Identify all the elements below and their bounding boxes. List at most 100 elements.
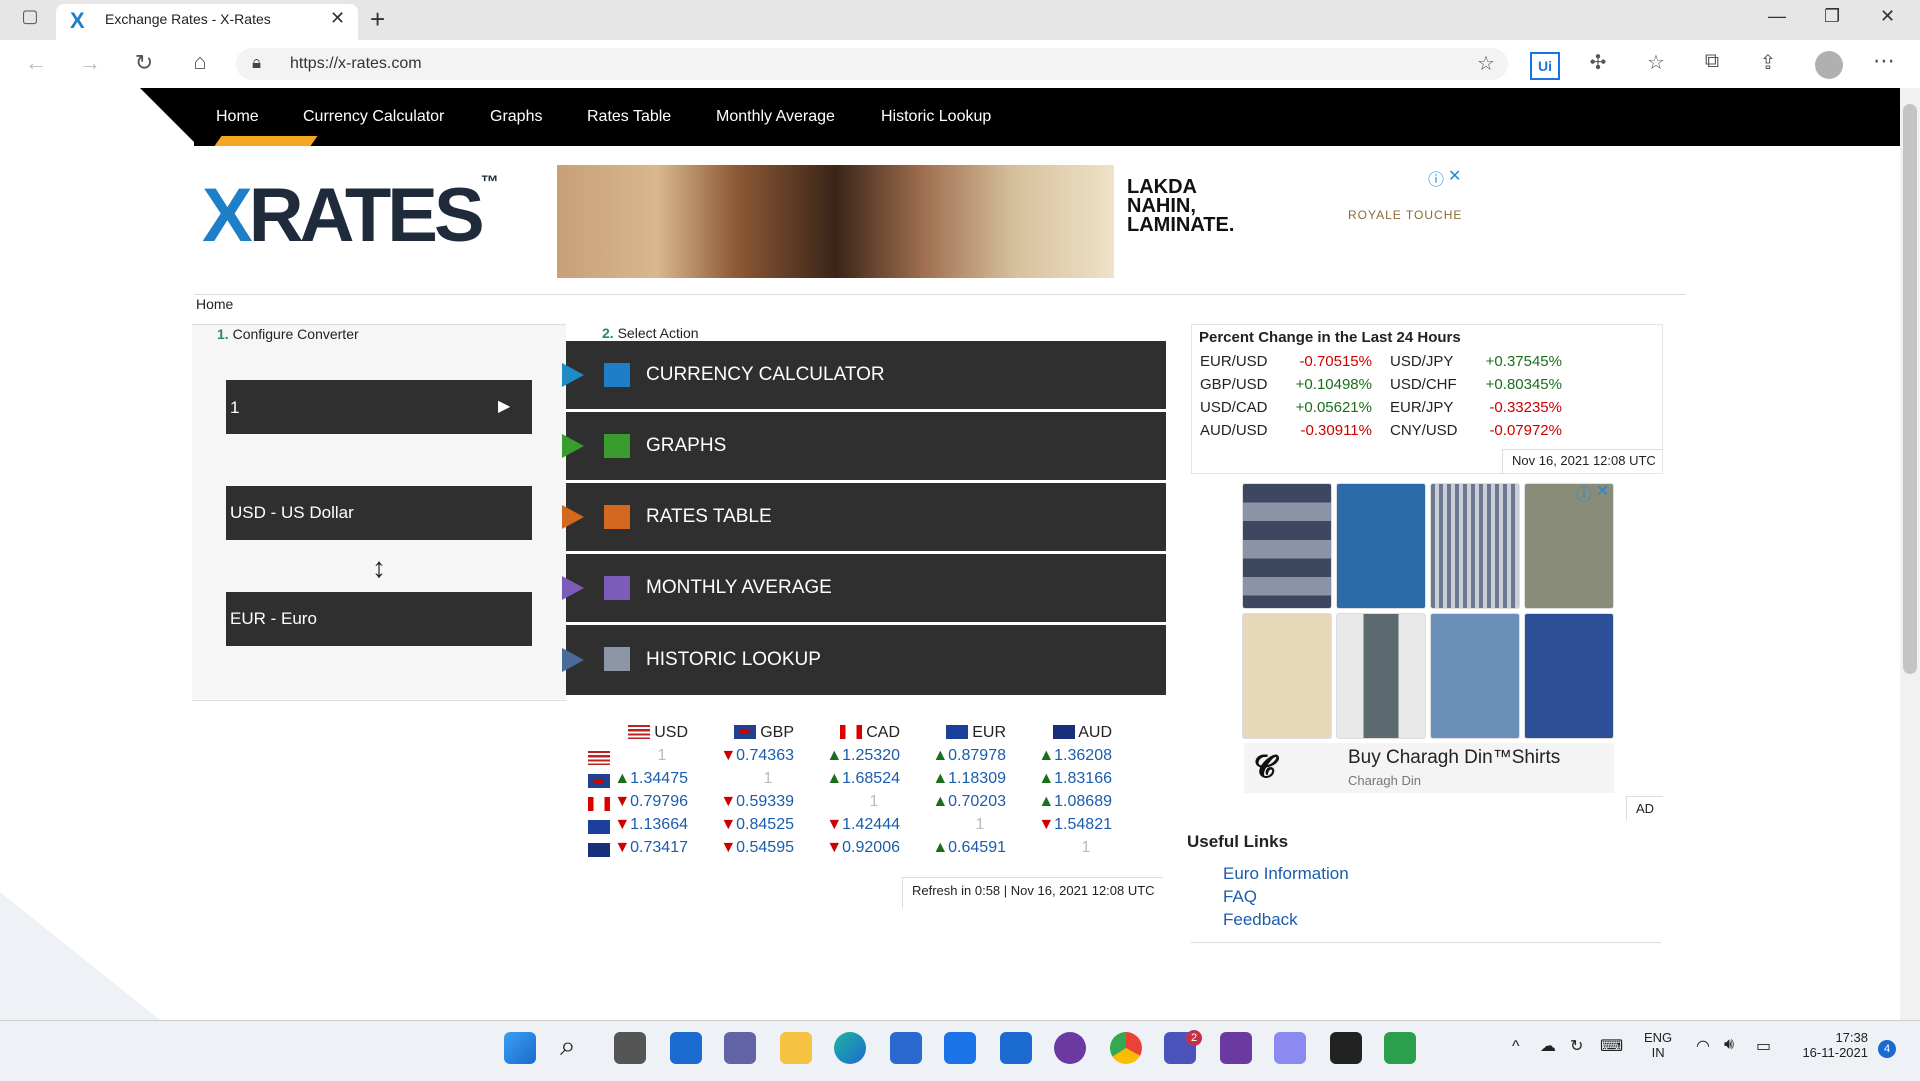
rate-cell[interactable]: ▲1.34475 [582, 770, 688, 788]
from-currency-select[interactable]: USD - US Dollar [226, 486, 532, 540]
action-monthly-average[interactable]: MONTHLY AVERAGE [562, 554, 1166, 624]
language-indicator[interactable]: ENG IN [1644, 1030, 1672, 1060]
nav-currency-calculator[interactable]: Currency Calculator [303, 88, 444, 146]
amount-input[interactable]: 1 ▶ [226, 380, 532, 434]
store-icon[interactable] [890, 1032, 922, 1064]
share-icon[interactable]: ⇪ [1752, 50, 1784, 75]
lock-icon[interactable]: 🔒︎ [252, 53, 261, 73]
nav-historic-lookup[interactable]: Historic Lookup [881, 88, 991, 146]
extensions-puzzle-icon[interactable]: ✣ [1582, 50, 1614, 75]
rate-cell[interactable]: ▲1.83166 [1006, 770, 1112, 788]
currency-pair[interactable]: EUR/USD [1200, 353, 1268, 370]
scrollbar-thumb[interactable] [1903, 104, 1917, 674]
header-aud[interactable]: AUD [1006, 724, 1112, 742]
currency-pair[interactable]: AUD/USD [1200, 422, 1268, 439]
widgets-icon[interactable] [670, 1032, 702, 1064]
minimize-icon[interactable]: — [1768, 6, 1786, 27]
ad-info-icon[interactable]: ⓘ [1428, 166, 1444, 190]
action-currency-calculator[interactable]: CURRENCY CALCULATOR [562, 341, 1166, 411]
show-hidden-icons-icon[interactable]: ^ [1512, 1038, 1520, 1056]
forward-icon[interactable]: → [74, 50, 106, 76]
header-gbp[interactable]: GBP [688, 724, 794, 742]
nav-rates-table[interactable]: Rates Table [587, 88, 671, 146]
breadcrumb[interactable]: Home [196, 296, 233, 312]
shirt-image[interactable] [1524, 613, 1614, 739]
profile-avatar[interactable] [1815, 51, 1843, 79]
rate-cell[interactable]: ▲1.08689 [1006, 793, 1112, 811]
notification-badge[interactable]: 4 [1878, 1040, 1896, 1058]
task-view-icon[interactable] [614, 1032, 646, 1064]
site-logo[interactable]: XRATES™ [202, 172, 499, 259]
more-menu-icon[interactable]: ⋯ [1868, 48, 1900, 74]
rate-cell[interactable]: ▲0.64591 [900, 839, 1006, 857]
volume-icon[interactable]: 🔊︎ [1724, 1036, 1734, 1054]
ad-info-icon[interactable]: ⓘ [1576, 481, 1592, 505]
header-usd[interactable]: USD [582, 724, 688, 742]
rate-cell[interactable]: ▲1.18309 [900, 770, 1006, 788]
action-historic-lookup[interactable]: HISTORIC LOOKUP [562, 625, 1166, 697]
onenote-icon[interactable] [1220, 1032, 1252, 1064]
rate-cell[interactable]: ▼1.13664 [582, 816, 688, 834]
terminal-icon[interactable] [1330, 1032, 1362, 1064]
tab-actions-icon[interactable]: ▢ [14, 6, 46, 27]
rate-cell[interactable]: ▼0.59339 [688, 793, 794, 811]
action-rates-table[interactable]: RATES TABLE [562, 483, 1166, 553]
shirt-image[interactable] [1336, 613, 1426, 739]
snipping-tool-icon[interactable] [1274, 1032, 1306, 1064]
link-faq[interactable]: FAQ [1223, 887, 1257, 907]
swap-currencies-icon[interactable]: ↕ [372, 552, 386, 584]
action-graphs[interactable]: GRAPHS [562, 412, 1166, 482]
ad-close-icon[interactable]: ✕ [1596, 481, 1609, 501]
rate-cell[interactable]: ▲1.68524 [794, 770, 900, 788]
link-euro-information[interactable]: Euro Information [1223, 864, 1349, 884]
edge-icon[interactable] [834, 1032, 866, 1064]
rate-cell[interactable]: ▲1.36208 [1006, 747, 1112, 765]
header-eur[interactable]: EUR [900, 724, 1006, 742]
shirt-image[interactable] [1242, 613, 1332, 739]
currency-pair[interactable]: GBP/USD [1200, 376, 1268, 393]
favorites-icon[interactable]: ☆ [1640, 50, 1672, 75]
ad-close-icon[interactable]: ✕ [1448, 166, 1461, 186]
nav-home[interactable]: Home [216, 88, 259, 146]
link-feedback[interactable]: Feedback [1223, 910, 1298, 930]
keyboard-icon[interactable]: ⌨ [1600, 1036, 1623, 1056]
rate-cell[interactable]: ▼0.74363 [688, 747, 794, 765]
rate-cell[interactable]: ▲0.70203 [900, 793, 1006, 811]
shirt-image[interactable] [1430, 483, 1520, 609]
convert-arrow-icon[interactable]: ▶ [498, 396, 510, 416]
battery-icon[interactable]: ▭ [1756, 1036, 1771, 1056]
extension-ui-icon[interactable]: Ui [1530, 52, 1560, 80]
shirt-image[interactable] [1242, 483, 1332, 609]
shirt-image[interactable] [1524, 483, 1614, 609]
favorite-star-icon[interactable]: ☆ [1470, 51, 1502, 76]
rate-cell[interactable]: ▼1.54821 [1006, 816, 1112, 834]
restore-icon[interactable]: ❐ [1824, 6, 1840, 27]
sync-icon[interactable]: ↻ [1570, 1036, 1583, 1056]
chrome-icon[interactable] [1110, 1032, 1142, 1064]
rate-cell[interactable]: ▼0.79796 [582, 793, 688, 811]
file-explorer-icon[interactable] [780, 1032, 812, 1064]
currency-pair[interactable]: EUR/JPY [1390, 399, 1453, 416]
rate-cell[interactable]: ▼1.42444 [794, 816, 900, 834]
to-currency-select[interactable]: EUR - Euro [226, 592, 532, 646]
rate-cell[interactable]: ▼0.54595 [688, 839, 794, 857]
shirt-image[interactable] [1430, 613, 1520, 739]
app-s-icon[interactable] [1000, 1032, 1032, 1064]
search-icon[interactable]: ⌕ [560, 1030, 576, 1063]
nav-graphs[interactable]: Graphs [490, 88, 542, 146]
rate-cell[interactable]: ▲0.87978 [900, 747, 1006, 765]
shirt-image[interactable] [1336, 483, 1426, 609]
wifi-icon[interactable]: ◠ [1696, 1036, 1710, 1056]
github-icon[interactable] [1054, 1032, 1086, 1064]
rate-cell[interactable]: ▲1.25320 [794, 747, 900, 765]
nav-monthly-average[interactable]: Monthly Average [716, 88, 835, 146]
close-tab-icon[interactable]: ✕ [330, 8, 345, 29]
rate-cell[interactable]: ▼0.92006 [794, 839, 900, 857]
media-player-icon[interactable] [1384, 1032, 1416, 1064]
rate-cell[interactable]: ▼0.73417 [582, 839, 688, 857]
mail-icon[interactable] [944, 1032, 976, 1064]
currency-pair[interactable]: CNY/USD [1390, 422, 1458, 439]
onedrive-icon[interactable]: ☁ [1540, 1036, 1556, 1056]
currency-pair[interactable]: USD/CAD [1200, 399, 1268, 416]
clock[interactable]: 17:38 16-11-2021 [1796, 1030, 1868, 1060]
